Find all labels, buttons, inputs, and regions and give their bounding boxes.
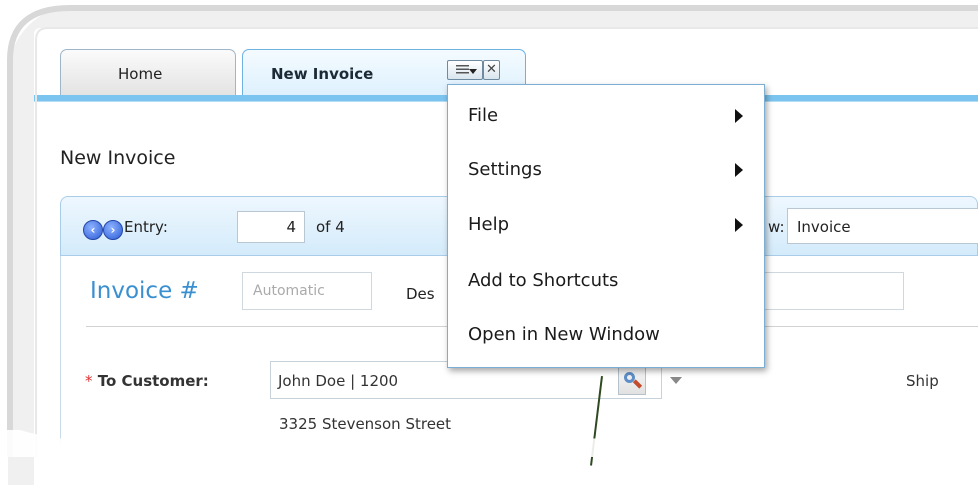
view-label: w:: [768, 218, 785, 236]
ship-label: Ship: [906, 372, 939, 390]
menu-item-add-to-shortcuts[interactable]: Add to Shortcuts: [468, 270, 618, 291]
submenu-arrow-icon: [735, 109, 743, 123]
tab-menu-button[interactable]: [447, 60, 483, 80]
menu-item-help[interactable]: Help: [468, 214, 509, 235]
required-marker: *: [85, 372, 93, 390]
customer-label: * To Customer:: [85, 372, 209, 390]
page-title: New Invoice: [60, 147, 176, 169]
menu-item-settings[interactable]: Settings: [468, 159, 542, 180]
entry-label: Entry:: [124, 218, 168, 236]
customer-address: 3325 Stevenson Street: [279, 415, 452, 433]
menu-item-file[interactable]: File: [468, 105, 498, 126]
tab-new-invoice-label: New Invoice: [271, 65, 374, 83]
entry-input[interactable]: 4: [237, 211, 305, 243]
view-select[interactable]: Invoice: [787, 208, 978, 244]
entry-total-label: of 4: [316, 218, 345, 236]
customer-search-button[interactable]: [618, 365, 646, 395]
tab-home[interactable]: Home: [60, 49, 236, 95]
tab-context-menu: File Settings Help Add to Shortcuts Open…: [447, 84, 765, 368]
close-icon: ✕: [486, 62, 497, 77]
menu-item-open-in-new-window[interactable]: Open in New Window: [468, 324, 660, 345]
invoice-number-input[interactable]: Automatic: [242, 272, 372, 310]
customer-label-text: To Customer:: [97, 372, 209, 390]
arrow-right-icon[interactable]: ›: [103, 220, 123, 240]
description-label: Des: [406, 285, 435, 303]
submenu-arrow-icon: [735, 218, 743, 232]
tab-close-button[interactable]: ✕: [483, 60, 500, 80]
invoice-number-label: Invoice #: [90, 278, 199, 304]
menu-dropdown-icon: [448, 65, 482, 83]
arrow-left-icon[interactable]: ‹: [83, 220, 103, 240]
submenu-arrow-icon: [735, 163, 743, 177]
chevron-down-icon[interactable]: [670, 377, 682, 384]
tab-home-label: Home: [118, 65, 163, 83]
